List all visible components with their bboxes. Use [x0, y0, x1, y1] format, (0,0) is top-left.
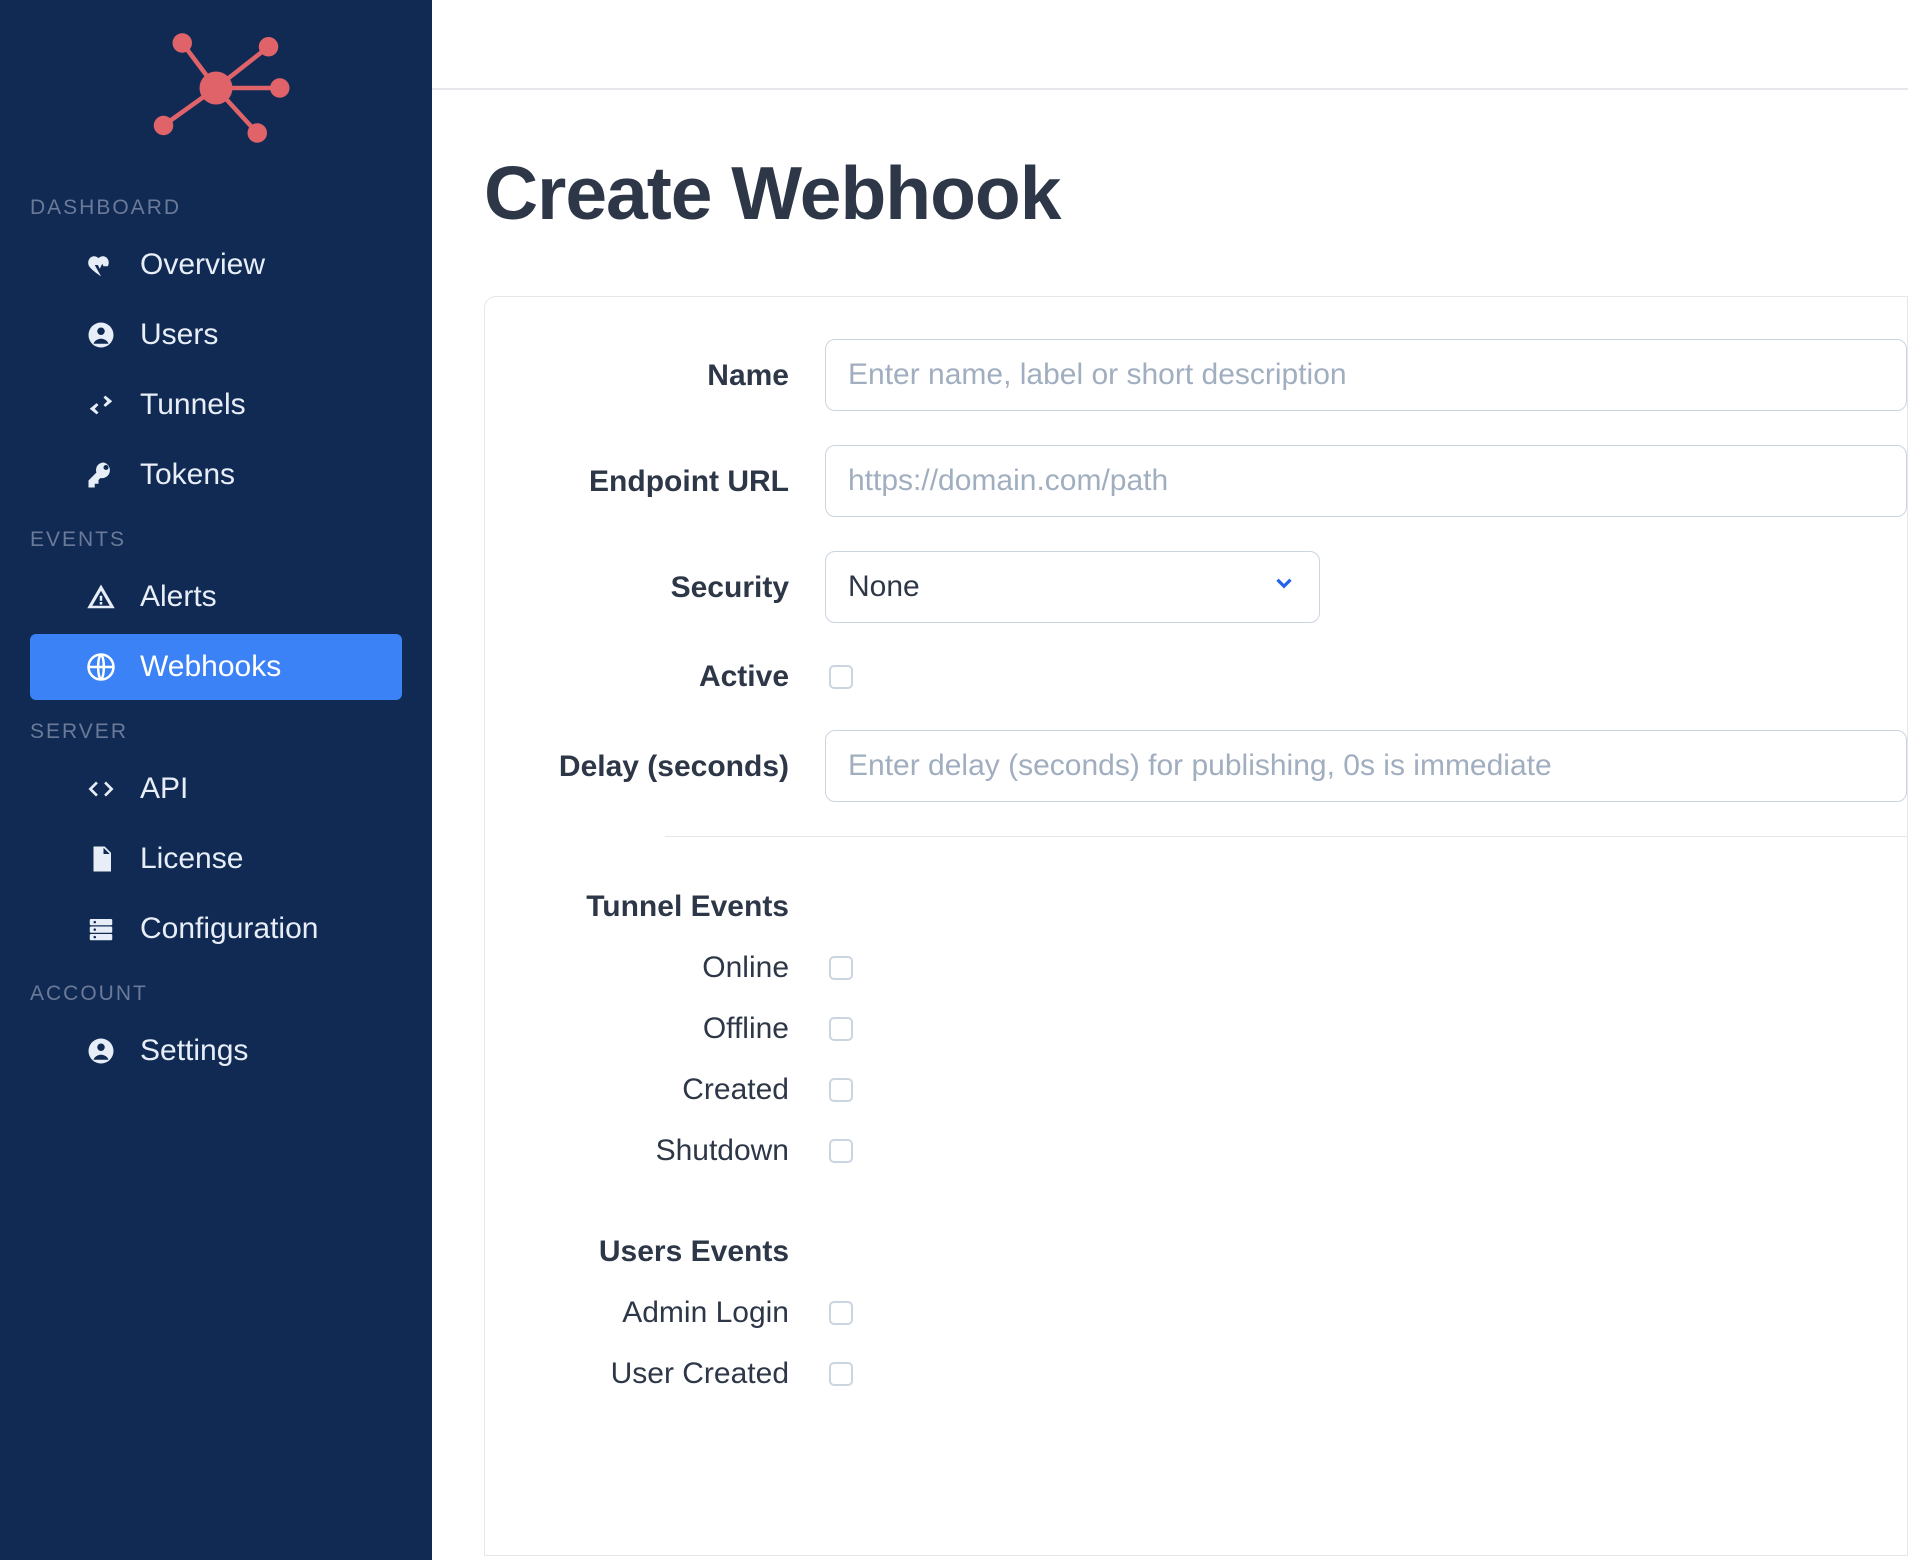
label-active: Active [535, 657, 825, 696]
tunnel-events-title: Tunnel Events [535, 887, 825, 926]
users-events-header: Users Events [535, 1232, 1907, 1271]
main-area: Create Webhook Name Endpoint URL Securit… [432, 0, 1908, 1560]
label-tunnel-online: Online [535, 948, 825, 987]
sidebar-item-users[interactable]: Users [30, 302, 402, 368]
sidebar-item-tokens[interactable]: Tokens [30, 442, 402, 508]
divider [665, 836, 1907, 837]
tunnel-shutdown-checkbox[interactable] [829, 1139, 853, 1163]
security-selected-value: None [848, 570, 920, 604]
label-delay: Delay (seconds) [535, 747, 825, 786]
key-icon [84, 458, 118, 492]
row-tunnel-offline: Offline [535, 1009, 1907, 1048]
network-icon [141, 28, 291, 148]
sidebar-section-server: SERVER [0, 702, 432, 754]
page-title: Create Webhook [484, 150, 1908, 236]
tunnel-online-checkbox[interactable] [829, 956, 853, 980]
form-panel: Name Endpoint URL Security None [484, 296, 1908, 1556]
document-icon [84, 842, 118, 876]
sidebar-item-label: Alerts [140, 580, 217, 614]
label-tunnel-created: Created [535, 1070, 825, 1109]
sidebar-item-label: API [140, 772, 188, 806]
row-security: Security None [535, 551, 1907, 623]
row-active: Active [535, 657, 1907, 696]
topbar [432, 0, 1908, 90]
tunnel-events-header: Tunnel Events [535, 887, 1907, 926]
sidebar-item-label: Webhooks [140, 650, 281, 684]
sidebar-section-account: ACCOUNT [0, 964, 432, 1016]
sidebar-item-label: Configuration [140, 912, 318, 946]
name-input[interactable] [825, 339, 1907, 411]
users-events-title: Users Events [535, 1232, 825, 1271]
row-delay: Delay (seconds) [535, 730, 1907, 802]
page: Create Webhook Name Endpoint URL Securit… [432, 90, 1908, 1560]
row-endpoint: Endpoint URL [535, 445, 1907, 517]
sidebar-item-label: Tunnels [140, 388, 246, 422]
user-circle-icon [84, 318, 118, 352]
row-tunnel-created: Created [535, 1070, 1907, 1109]
row-name: Name [535, 339, 1907, 411]
chevron-down-icon [1271, 570, 1297, 604]
sidebar-item-overview[interactable]: Overview [30, 232, 402, 298]
sidebar-item-label: Settings [140, 1034, 248, 1068]
spacer [535, 1192, 1907, 1232]
label-user-created: User Created [535, 1354, 825, 1393]
alert-icon [84, 580, 118, 614]
active-checkbox[interactable] [829, 665, 853, 689]
admin-login-checkbox[interactable] [829, 1301, 853, 1325]
logo [0, 18, 432, 178]
heartbeat-icon [84, 248, 118, 282]
row-user-admin-login: Admin Login [535, 1293, 1907, 1332]
label-endpoint: Endpoint URL [535, 462, 825, 501]
security-select[interactable]: None [825, 551, 1320, 623]
endpoint-url-input[interactable] [825, 445, 1907, 517]
swap-icon [84, 388, 118, 422]
label-tunnel-shutdown: Shutdown [535, 1131, 825, 1170]
sidebar-item-label: Tokens [140, 458, 235, 492]
sidebar-section-dashboard: DASHBOARD [0, 178, 432, 230]
sidebar: DASHBOARD Overview Users Tunnels Tokens … [0, 0, 432, 1560]
sidebar-item-label: License [140, 842, 243, 876]
sidebar-item-configuration[interactable]: Configuration [30, 896, 402, 962]
label-admin-login: Admin Login [535, 1293, 825, 1332]
delay-input[interactable] [825, 730, 1907, 802]
app-root: DASHBOARD Overview Users Tunnels Tokens … [0, 0, 1908, 1560]
user-circle-icon [84, 1034, 118, 1068]
code-icon [84, 772, 118, 806]
sidebar-item-api[interactable]: API [30, 756, 402, 822]
sidebar-section-events: EVENTS [0, 510, 432, 562]
row-tunnel-shutdown: Shutdown [535, 1131, 1907, 1170]
row-tunnel-online: Online [535, 948, 1907, 987]
sidebar-item-alerts[interactable]: Alerts [30, 564, 402, 630]
label-tunnel-offline: Offline [535, 1009, 825, 1048]
sidebar-item-label: Users [140, 318, 218, 352]
label-security: Security [535, 568, 825, 607]
sidebar-item-tunnels[interactable]: Tunnels [30, 372, 402, 438]
tunnel-created-checkbox[interactable] [829, 1078, 853, 1102]
globe-icon [84, 650, 118, 684]
sidebar-item-webhooks[interactable]: Webhooks [30, 634, 402, 700]
server-icon [84, 912, 118, 946]
sidebar-item-label: Overview [140, 248, 265, 282]
sidebar-item-settings[interactable]: Settings [30, 1018, 402, 1084]
sidebar-item-license[interactable]: License [30, 826, 402, 892]
row-user-created: User Created [535, 1354, 1907, 1393]
user-created-checkbox[interactable] [829, 1362, 853, 1386]
label-name: Name [535, 356, 825, 395]
tunnel-offline-checkbox[interactable] [829, 1017, 853, 1041]
